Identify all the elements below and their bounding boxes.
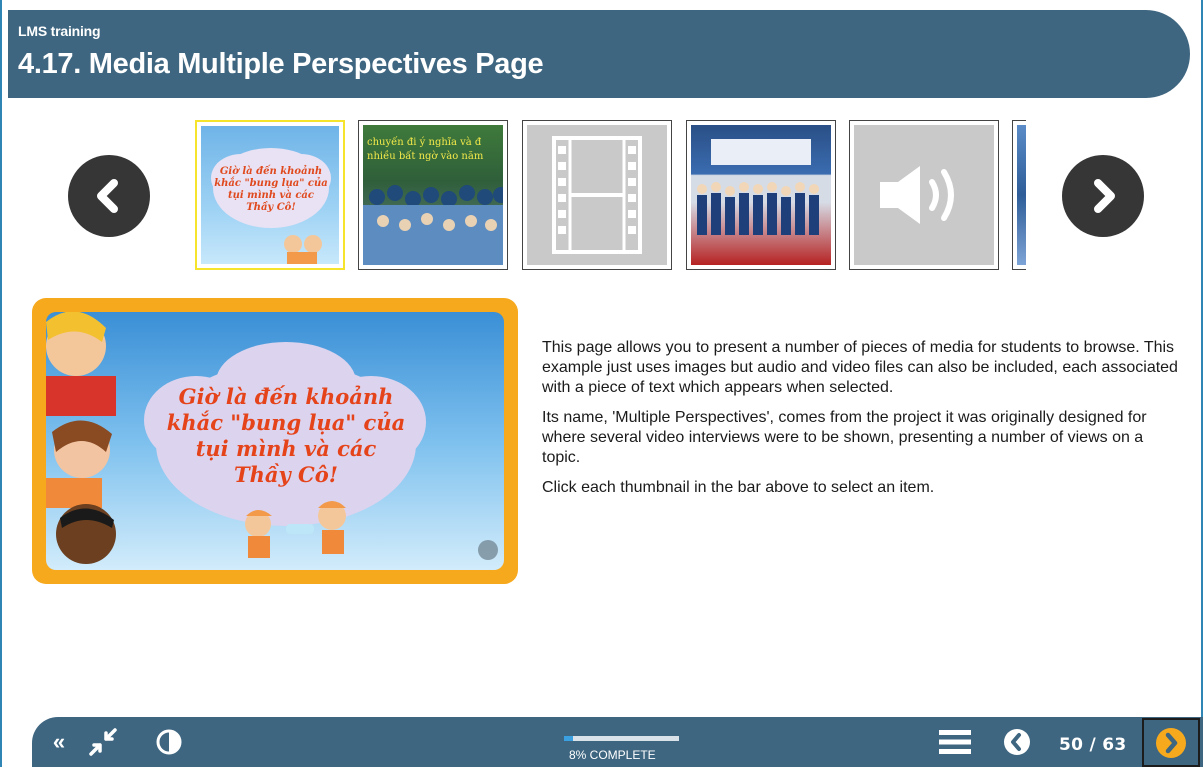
svg-text:chuyến đi ý nghĩa và đ: chuyến đi ý nghĩa và đ xyxy=(367,137,482,148)
thumbnail-4[interactable] xyxy=(686,120,836,270)
thumbnail-6[interactable] xyxy=(1012,120,1026,270)
description-paragraph-1: This page allows you to present a number… xyxy=(542,339,1178,396)
previous-page-button[interactable] xyxy=(1002,727,1032,757)
media-caption-line-2: khắc "bung lụa" của xyxy=(167,410,405,435)
contrast-toggle-button[interactable] xyxy=(154,727,184,757)
progress-label: 8% COMPLETE xyxy=(569,748,656,762)
footer-toolbar: « 8% COMPLETE 50 / 63 xyxy=(32,717,1203,767)
svg-text:tụi mình và các: tụi mình và các xyxy=(228,190,314,201)
progress-bar xyxy=(564,736,679,741)
thumbnail-1[interactable]: Giờ là đến khoảnh khắc "bung lụa" của tụ… xyxy=(195,120,345,270)
thumbnail-4-image xyxy=(697,139,819,235)
hamburger-menu-icon xyxy=(939,730,971,754)
menu-button[interactable] xyxy=(938,727,972,757)
media-caption-line-4: Thầy Cô! xyxy=(234,462,338,487)
svg-text:Thầy Cô!: Thầy Cô! xyxy=(246,201,296,213)
speaker-icon xyxy=(880,166,954,224)
svg-text:khắc "bung lụa" của: khắc "bung lụa" của xyxy=(214,177,328,189)
compress-icon xyxy=(89,728,117,756)
page-header: LMS training 4.17. Media Multiple Perspe… xyxy=(8,10,1190,98)
selected-media-frame: Giờ là đến khoảnh khắc "bung lụa" của tụ… xyxy=(32,298,518,584)
chevron-left-circle-icon xyxy=(1004,729,1030,755)
svg-text:Giờ là đến khoảnh: Giờ là đến khoảnh xyxy=(220,165,322,177)
next-page-button[interactable] xyxy=(1142,718,1200,767)
thumbnail-2-image: chuyến đi ý nghĩa và đ nhiều bất ngờ vào… xyxy=(363,137,503,265)
description-paragraph-3: Click each thumbnail in the bar above to… xyxy=(542,479,935,496)
chevron-left-icon xyxy=(97,179,118,213)
thumbnail-5[interactable] xyxy=(849,120,999,270)
progress-bar-fill xyxy=(564,736,574,741)
media-description: This page allows you to present a number… xyxy=(542,338,1182,508)
chevron-right-circle-icon xyxy=(1156,727,1186,758)
media-caption-line-1: Giờ là đến khoảnh xyxy=(179,384,394,409)
film-icon xyxy=(552,136,642,254)
chevron-right-icon xyxy=(1094,179,1115,213)
selected-media-image: Giờ là đến khoảnh khắc "bung lụa" của tụ… xyxy=(46,312,504,570)
exit-fullscreen-button[interactable] xyxy=(88,727,118,757)
media-caption-line-3: tụi mình và các xyxy=(196,436,377,461)
thumbnail-2[interactable]: chuyến đi ý nghĩa và đ nhiều bất ngờ vào… xyxy=(358,120,508,270)
svg-text:nhiều bất ngờ vào năm: nhiều bất ngờ vào năm xyxy=(367,150,484,162)
contrast-icon xyxy=(156,729,182,755)
page-counter: 50 / 63 xyxy=(1059,735,1127,755)
description-paragraph-2: Its name, 'Multiple Perspectives', comes… xyxy=(542,409,1147,466)
strip-prev-button[interactable] xyxy=(68,155,150,237)
strip-next-button[interactable] xyxy=(1062,155,1144,237)
page-title: 4.17. Media Multiple Perspectives Page xyxy=(18,48,544,80)
thumbnail-3[interactable] xyxy=(522,120,672,270)
thumbnail-1-image: Giờ là đến khoảnh khắc "bung lụa" của tụ… xyxy=(211,148,331,264)
collapse-sidebar-button[interactable]: « xyxy=(48,729,70,755)
course-title: LMS training xyxy=(18,23,101,39)
